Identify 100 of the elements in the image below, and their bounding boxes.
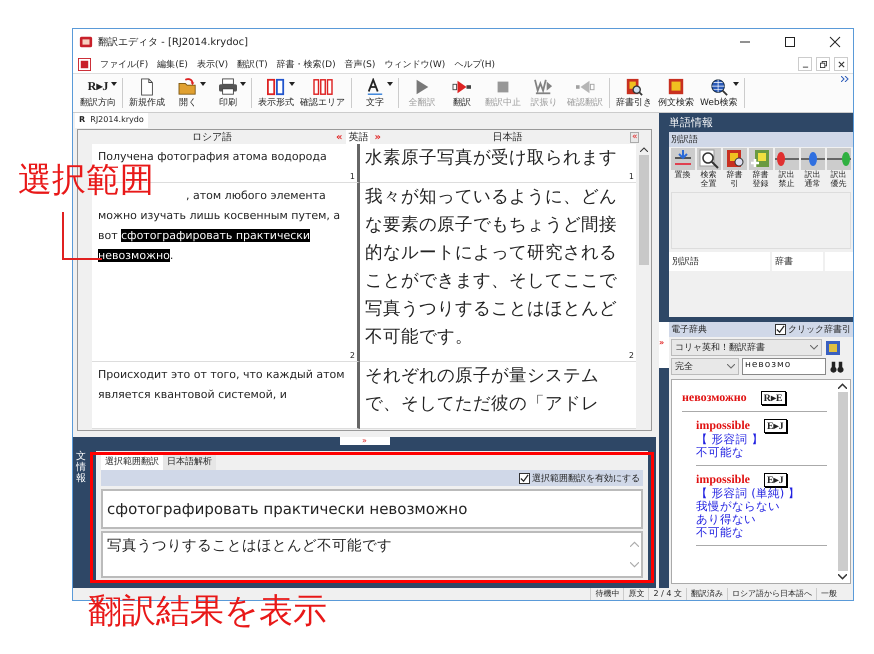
caret-icon[interactable] [289, 82, 295, 86]
toolbar-button[interactable]: 文字 [355, 76, 395, 110]
sentence-number: 2 [350, 351, 355, 360]
side-label: 文情報 [74, 450, 87, 486]
section-header: 電子辞典 [671, 324, 707, 336]
column-header: 日本語 [491, 130, 524, 144]
menu-item[interactable]: ヘルプ(H) [454, 58, 496, 70]
menu-item[interactable]: ファイル(F) [100, 58, 148, 70]
slider-knob-icon [774, 148, 798, 170]
search-field[interactable]: невозмо [742, 358, 826, 375]
scroll-up-icon[interactable] [640, 147, 648, 152]
toolbar-button[interactable]: 印刷 [208, 76, 248, 110]
toolbar-button[interactable]: 表示形式 [255, 76, 297, 110]
maximize-icon[interactable] [784, 36, 796, 48]
caret-icon[interactable] [387, 82, 393, 86]
toolbar-button[interactable]: 新規作成 [126, 76, 168, 110]
status-field: ロシア語から日本語へ [727, 588, 816, 600]
printer-icon [218, 78, 238, 96]
scroll-down-icon[interactable] [838, 574, 847, 580]
section-header: 別訳語 [669, 132, 853, 147]
sense-link[interactable]: あり得ない [696, 513, 827, 526]
direction-label: R▸J [88, 79, 108, 94]
check-icon[interactable] [520, 474, 529, 482]
click-lookup-checkbox[interactable]: クリック辞書引 [775, 323, 851, 336]
close-icon[interactable] [829, 36, 841, 48]
callout-text: 翻訳結果を表示 [88, 591, 327, 631]
document-tab[interactable]: R RJ2014.krydo [75, 113, 148, 128]
headword: невозможно [682, 390, 747, 405]
sentence-number: 1 [350, 172, 355, 181]
sense-link[interactable]: 不可能な [696, 526, 827, 539]
caret-icon[interactable] [111, 82, 117, 86]
sense-link[interactable]: 我慢がならない [696, 500, 827, 513]
splitter-handle[interactable]: » [340, 437, 390, 445]
column-header: ロシア語 [191, 130, 233, 144]
status-field: 2 / 4 文 [648, 588, 686, 600]
collapse-arrow[interactable]: « [332, 132, 346, 142]
tool-button[interactable]: 訳出禁止 [774, 148, 799, 188]
tool-button[interactable]: 辞書引 [722, 148, 747, 188]
tool-button[interactable]: 訳出通常 [800, 148, 825, 188]
menu-item[interactable]: ウィンドウ(W) [384, 58, 446, 70]
part-of-speech: 【 形容詞 】 [696, 433, 764, 446]
menu-item[interactable]: 音声(S) [344, 58, 376, 70]
mdi-minimize-icon[interactable] [798, 57, 812, 71]
mode-dropdown[interactable]: 完全 [671, 358, 739, 375]
headword: impossible [696, 418, 750, 433]
letter-w-arrow-icon [534, 78, 554, 96]
list-column-header: 辞書 [772, 252, 823, 271]
source-field[interactable]: сфотографировать практически невозможно [101, 489, 643, 529]
direction-tag: E▸J [764, 472, 787, 486]
letter-a-icon [366, 78, 384, 96]
part-of-speech: 【 形容詞 (単純) 】 [696, 487, 801, 500]
dictionary-settings-icon[interactable] [825, 340, 841, 356]
caret-icon[interactable] [240, 82, 246, 86]
list-header-filler [825, 252, 853, 271]
translated-sentence[interactable]: 我々が知っているように、どんな要素の原子でもちょうど間接的なルートによって研究されることができます、そしてここで写真うつりすることはほとんど不可能です。 [365, 183, 628, 351]
chevron-down-icon[interactable] [810, 345, 818, 350]
status-field: 原文 [623, 588, 648, 600]
toolbar-button[interactable]: 開く [168, 76, 208, 110]
book-plus-icon [748, 148, 772, 170]
menu-item[interactable]: 表示(V) [196, 58, 228, 70]
document-icon [138, 78, 156, 96]
three-columns-icon [312, 78, 332, 96]
tool-button[interactable]: 置換 [670, 148, 695, 188]
toolbar-button[interactable]: 辞書引き [613, 76, 655, 110]
toolbar-button[interactable]: 例文検索 [655, 76, 697, 110]
menu-item[interactable]: 編集(E) [157, 58, 188, 70]
toolbar-button[interactable]: Web検索 [697, 76, 741, 110]
tool-button[interactable]: 検索全置 [696, 148, 721, 188]
caret-icon[interactable] [732, 82, 739, 86]
magnifier-icon [696, 148, 720, 170]
scrollbar-thumb[interactable] [638, 155, 648, 265]
chevron-down-icon[interactable] [727, 364, 735, 369]
book-icon [667, 78, 685, 96]
replace-icon [670, 148, 694, 170]
tool-button[interactable]: 辞書登録 [748, 148, 773, 188]
more-chevron-icon[interactable] [841, 76, 849, 82]
toolbar-button[interactable]: R▸J 翻訳方向 [77, 76, 119, 110]
direction-tag: E▸J [764, 418, 787, 432]
tool-button[interactable]: 訳出優先 [826, 148, 851, 188]
menu-item[interactable]: 翻訳(T) [237, 58, 268, 70]
dictionary-dropdown[interactable]: コリャ英和！翻訳辞書 [671, 339, 822, 356]
menu-item[interactable]: 辞書・検索(D) [276, 58, 336, 70]
collapse-button[interactable]: « [630, 132, 640, 142]
translated-sentence[interactable]: 水素原子写真が受け取られます [365, 144, 628, 172]
caret-icon[interactable] [200, 82, 206, 86]
slider-knob-icon [800, 148, 824, 170]
scrollbar-thumb[interactable] [838, 392, 848, 571]
mdi-restore-icon[interactable] [816, 57, 830, 71]
folder-icon [178, 78, 198, 96]
document-logo-icon [78, 58, 91, 70]
check-icon[interactable] [776, 325, 785, 334]
binoculars-icon[interactable] [829, 360, 845, 374]
window-title: 翻訳エディタ - [RJ2014.krydoc] [98, 36, 248, 49]
enable-checkbox[interactable]: 選択範囲翻訳を有効にする [519, 472, 640, 484]
sense-link[interactable]: 不可能な [696, 446, 827, 459]
scroll-up-icon[interactable] [838, 383, 847, 389]
toolbar-button[interactable]: 確認エリア [297, 76, 348, 110]
toolbar-button[interactable]: 翻訳 [442, 76, 482, 110]
mdi-close-icon[interactable] [834, 57, 848, 71]
expand-arrow[interactable]: » [370, 132, 385, 142]
